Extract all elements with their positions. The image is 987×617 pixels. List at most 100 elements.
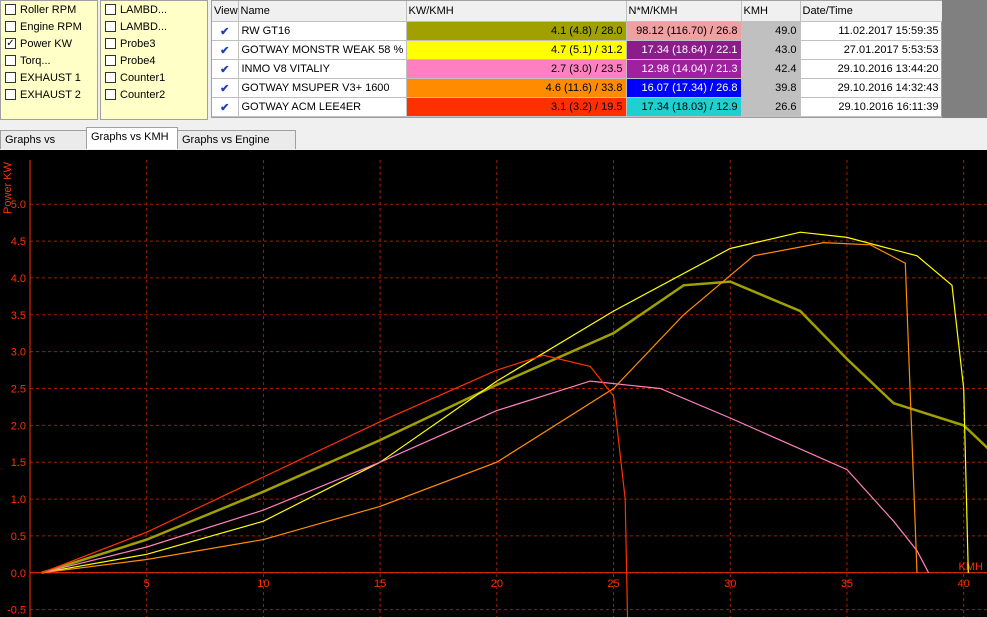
series-line-2 [41, 231, 969, 574]
checkbox-icon[interactable] [105, 21, 116, 32]
x-tick-label: 10 [257, 578, 269, 590]
col-header-kmh[interactable]: KMH [741, 1, 801, 22]
x-tick-label: 40 [958, 578, 970, 590]
channel-checkbox-a-4[interactable]: EXHAUST 1 [1, 69, 97, 86]
run-name: GOTWAY MONSTR WEAK 58 % [238, 40, 407, 60]
run-datetime: 29.10.2016 14:32:43 [800, 78, 943, 98]
tab-graphs-vs-time[interactable]: Graphs vs Time [0, 130, 87, 165]
channel-checkbox-a-1[interactable]: Engine RPM [1, 18, 97, 35]
tab-graphs-vs-engine-rpm[interactable]: Graphs vs Engine RPM [177, 130, 296, 165]
y-tick-label: -0.5 [7, 605, 26, 617]
channel-checklist-2: LAMBD... LAMBD... Probe3 Probe4 Counter1 Coun… [100, 0, 208, 120]
channel-label: Power KW [20, 37, 72, 50]
x-tick-label: 25 [607, 578, 619, 590]
run-kmh: 49.0 [741, 21, 801, 41]
channel-label: Counter1 [120, 71, 166, 84]
runs-grid: View Name KW/KMH N*M/KMH KMH Date/Time ✔… [211, 0, 943, 118]
table-row[interactable]: ✔ GOTWAY MONSTR WEAK 58 % 4.7 (5.1) / 31.2… [212, 40, 943, 60]
run-datetime: 11.02.2017 15:59:35 [800, 21, 943, 41]
checkbox-checked-icon[interactable]: ✓ [5, 38, 16, 49]
series-line-1 [41, 280, 987, 574]
table-header-row: View Name KW/KMH N*M/KMH KMH Date/Time [212, 1, 943, 22]
col-header-datetime[interactable]: Date/Time [800, 1, 943, 22]
y-tick-label: 3.0 [11, 347, 26, 359]
run-name: GOTWAY MSUPER V3+ 1600 [238, 78, 407, 98]
channel-label: LAMBD... [120, 3, 168, 16]
table-row[interactable]: ✔ INMO V8 VITALIY 2.7 (3.0) / 23.5 12.98 (1… [212, 59, 943, 79]
view-checkmark-icon[interactable]: ✔ [212, 59, 239, 79]
view-checkmark-icon[interactable]: ✔ [212, 21, 239, 41]
x-tick-label: 15 [374, 578, 386, 590]
channel-label: EXHAUST 2 [20, 88, 81, 101]
y-axis-label: Power KW [2, 161, 14, 214]
run-nm: 17.34 (18.03) / 12.9 [626, 97, 742, 117]
view-checkmark-icon[interactable]: ✔ [212, 40, 239, 60]
runs-table-body: ✔ RW GT16 4.1 (4.8) / 28.0 98.12 (116.70) /… [212, 21, 943, 117]
checkbox-icon[interactable] [5, 89, 16, 100]
channel-checklist-1: Roller RPM Engine RPM ✓ Power KW Torq... EXHA… [0, 0, 98, 120]
channel-label: Probe4 [120, 54, 156, 67]
run-kw: 2.7 (3.0) / 23.5 [406, 59, 627, 79]
checkbox-icon[interactable] [105, 72, 116, 83]
channel-checkbox-a-3[interactable]: Torq... [1, 52, 97, 69]
tab-graphs-vs-kmh[interactable]: Graphs vs KMH [86, 127, 178, 149]
x-tick-label: 5 [144, 578, 150, 590]
series-line-5 [41, 354, 629, 617]
channel-checkbox-b-5[interactable]: Counter2 [101, 86, 207, 103]
col-header-kw[interactable]: KW/KMH [406, 1, 627, 22]
checkbox-icon[interactable] [105, 4, 116, 15]
channel-label: Engine RPM [20, 20, 82, 33]
channel-checkbox-b-1[interactable]: LAMBD... [101, 18, 207, 35]
series-line-4 [41, 241, 918, 574]
view-checkmark-icon[interactable]: ✔ [212, 78, 239, 98]
chart-area[interactable]: -0.5 0.0 0.5 1.0 1.5 2.0 2.5 3.0 3.5 4.0 4.5 5.0 5 10… [0, 150, 987, 617]
channel-checkbox-a-0[interactable]: Roller RPM [1, 1, 97, 18]
run-kw: 4.1 (4.8) / 28.0 [406, 21, 627, 41]
top-panel: Roller RPM Engine RPM ✓ Power KW Torq... EXHA… [0, 0, 987, 124]
run-nm: 12.98 (14.04) / 21.3 [626, 59, 742, 79]
run-kw: 3.1 (3.2) / 19.5 [406, 97, 627, 117]
power-vs-kmh-chart[interactable]: -0.50.00.51.01.52.02.53.03.54.04.55.05 10… [0, 150, 987, 617]
run-kmh: 43.0 [741, 40, 801, 60]
table-row[interactable]: ✔ GOTWAY ACM LEE4ER 3.1 (3.2) / 19.5 17.34 … [212, 97, 943, 117]
run-nm: 16.07 (17.34) / 26.8 [626, 78, 742, 98]
channel-checkbox-b-4[interactable]: Counter1 [101, 69, 207, 86]
y-tick-label: 1.5 [11, 457, 26, 469]
checkbox-icon[interactable] [105, 38, 116, 49]
channel-label: EXHAUST 1 [20, 71, 81, 84]
x-tick-label: 20 [491, 578, 503, 590]
run-datetime: 29.10.2016 16:11:39 [800, 97, 943, 117]
col-header-nm[interactable]: N*M/KMH [626, 1, 742, 22]
table-row[interactable]: ✔ RW GT16 4.1 (4.8) / 28.0 98.12 (116.70) /… [212, 21, 943, 41]
col-header-view[interactable]: View [212, 1, 239, 22]
run-nm: 17.34 (18.64) / 22.1 [626, 40, 742, 60]
checkbox-icon[interactable] [5, 21, 16, 32]
x-tick-label: 30 [724, 578, 736, 590]
run-kmh: 42.4 [741, 59, 801, 79]
col-header-name[interactable]: Name [238, 1, 407, 22]
checkbox-icon[interactable] [105, 55, 116, 66]
run-name: GOTWAY ACM LEE4ER [238, 97, 407, 117]
checkbox-icon[interactable] [5, 72, 16, 83]
tab-bar: Graphs vs Time Graphs vs KMH Graphs vs E… [0, 126, 987, 165]
channel-checkbox-b-2[interactable]: Probe3 [101, 35, 207, 52]
channel-checkbox-a-5[interactable]: EXHAUST 2 [1, 86, 97, 103]
empty-panel [942, 0, 987, 118]
channel-checkbox-a-2[interactable]: ✓ Power KW [1, 35, 97, 52]
table-row[interactable]: ✔ GOTWAY MSUPER V3+ 1600 4.6 (11.6) / 33.8… [212, 78, 943, 98]
channel-label: Counter2 [120, 88, 166, 101]
series-line-3 [41, 380, 930, 574]
y-tick-label: 0.0 [11, 568, 26, 580]
channel-label: LAMBD... [120, 20, 168, 33]
run-kmh: 39.8 [741, 78, 801, 98]
y-tick-label: 2.0 [11, 420, 26, 432]
channel-checkbox-b-3[interactable]: Probe4 [101, 52, 207, 69]
checkbox-icon[interactable] [105, 89, 116, 100]
y-tick-label: 3.5 [11, 310, 26, 322]
run-name: INMO V8 VITALIY [238, 59, 407, 79]
view-checkmark-icon[interactable]: ✔ [212, 97, 239, 117]
checkbox-icon[interactable] [5, 55, 16, 66]
checkbox-icon[interactable] [5, 4, 16, 15]
x-tick-label: 35 [841, 578, 853, 590]
channel-checkbox-b-0[interactable]: LAMBD... [101, 1, 207, 18]
